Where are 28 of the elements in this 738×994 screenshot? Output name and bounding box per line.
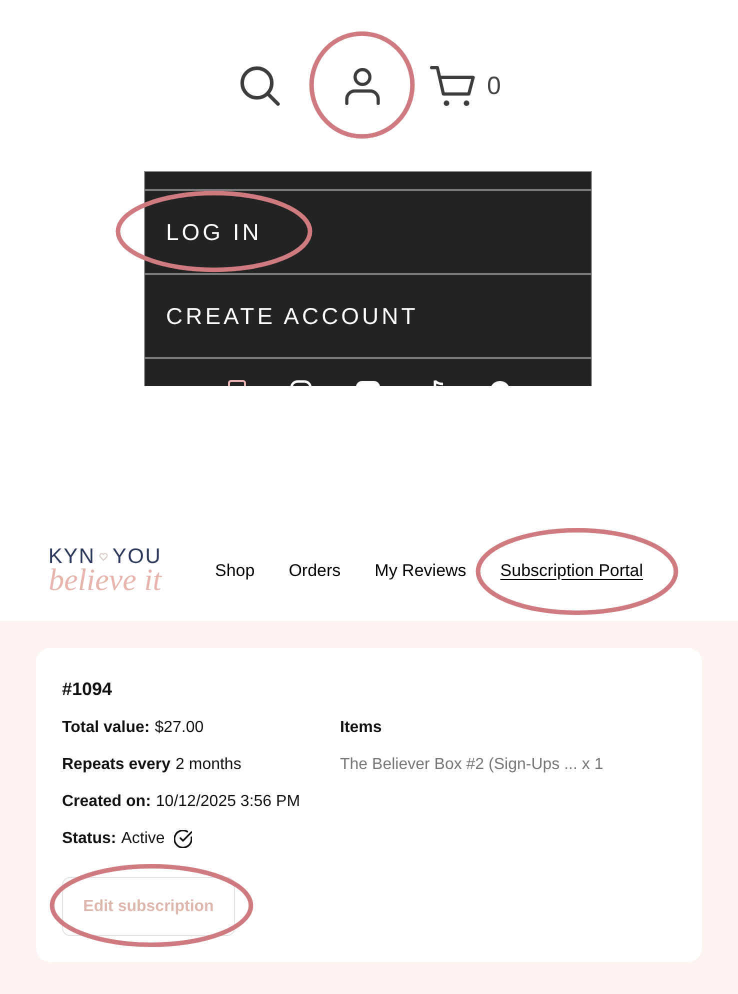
logo-text: KYN bbox=[48, 546, 96, 567]
heart-icon bbox=[99, 552, 108, 560]
cut-off-icon[interactable] bbox=[490, 380, 510, 386]
logo-text: YOU bbox=[112, 546, 162, 567]
field-value: 2 months bbox=[176, 754, 242, 774]
check-circle-icon bbox=[174, 830, 192, 848]
cut-off-icon[interactable] bbox=[228, 380, 246, 386]
field-value: Active bbox=[121, 828, 165, 848]
logo-tagline: believe it bbox=[48, 564, 162, 595]
menu-item[interactable]: LOG IN bbox=[145, 191, 591, 273]
nav-link[interactable]: My Reviews bbox=[374, 558, 466, 584]
subscription-number: #1094 bbox=[62, 678, 112, 700]
field-value: 10/12/2025 3:56 PM bbox=[156, 792, 300, 812]
field-label: Status: bbox=[62, 828, 116, 848]
account-icon[interactable] bbox=[345, 68, 380, 104]
field-value: $27.00 bbox=[154, 718, 204, 738]
cart-count: 0 bbox=[487, 74, 501, 98]
nav-link[interactable]: Orders bbox=[288, 558, 341, 584]
items-heading: Items bbox=[340, 718, 382, 738]
item-text: The Believer Box #2 (Sign-Ups ... x 1 bbox=[340, 754, 604, 774]
cart-icon[interactable] bbox=[430, 65, 475, 107]
menu-item[interactable]: CREATE ACCOUNT bbox=[145, 275, 591, 357]
field-label: Total value: bbox=[62, 718, 150, 738]
search-icon[interactable] bbox=[240, 66, 280, 106]
cut-off-icon[interactable] bbox=[356, 380, 380, 386]
nav-link[interactable]: Shop bbox=[215, 558, 255, 584]
field-label: Created on: bbox=[62, 792, 151, 812]
field-label: Repeats every bbox=[62, 754, 171, 774]
